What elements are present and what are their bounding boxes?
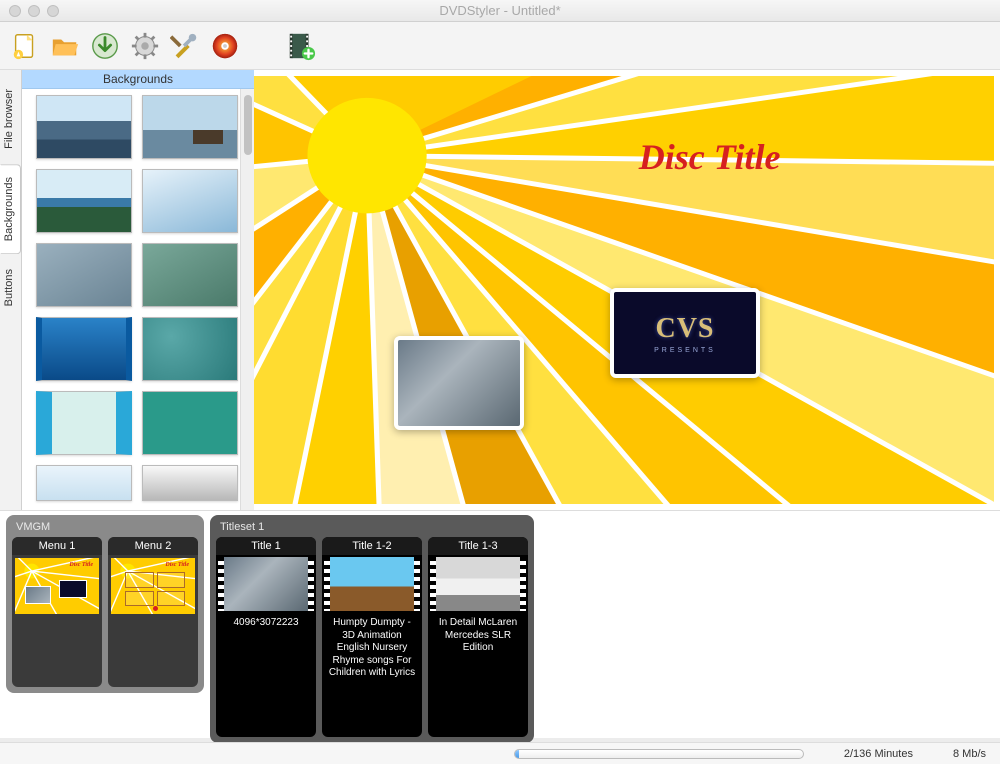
menu-canvas-wrap: Disc Title CVS PRESENTS	[254, 70, 1000, 510]
bitrate-status: 8 Mb/s	[953, 748, 986, 760]
background-thumb[interactable]	[36, 95, 132, 159]
backgrounds-scrollbar[interactable]	[240, 89, 254, 510]
menu-canvas[interactable]: Disc Title CVS PRESENTS	[254, 76, 994, 504]
background-thumb[interactable]	[36, 465, 132, 501]
main-area: File browser Backgrounds Buttons Backgro…	[0, 70, 1000, 510]
new-file-button[interactable]	[8, 29, 42, 63]
timeline-title-1-2[interactable]: Title 1-2 Humpty Dumpty - 3D Animation E…	[322, 537, 422, 737]
background-thumb[interactable]	[142, 95, 238, 159]
group-label: VMGM	[12, 519, 198, 537]
menu-button-clip-2[interactable]: CVS PRESENTS	[610, 288, 760, 378]
tab-buttons[interactable]: Buttons	[0, 256, 21, 319]
timeline-group-titleset-1[interactable]: Titleset 1 Title 1 4096*3072223 Title 1-…	[210, 515, 534, 743]
background-thumb[interactable]	[36, 169, 132, 233]
timeline-title-1[interactable]: Title 1 4096*3072223	[216, 537, 316, 737]
menu-button-clip-1[interactable]	[394, 336, 524, 430]
group-label: Titleset 1	[216, 519, 528, 537]
timeline-menu-1[interactable]: Menu 1 Disc Title	[12, 537, 102, 687]
cvs-logo-text: CVS	[655, 313, 714, 345]
timeline: VMGM Menu 1 Disc Title Menu 2 Disc Title	[0, 510, 1000, 738]
close-window-button[interactable]	[9, 5, 21, 17]
background-thumb[interactable]	[36, 317, 132, 381]
timeline-group-vmgm[interactable]: VMGM Menu 1 Disc Title Menu 2 Disc Title	[6, 515, 204, 693]
disc-title-text[interactable]: Disc Title	[639, 136, 781, 178]
status-bar: 2/136 Minutes 8 Mb/s	[0, 742, 1000, 764]
menu-thumb: Disc Title	[111, 558, 195, 614]
item-caption: 4096*3072223	[216, 613, 316, 737]
menu-thumb: Disc Title	[15, 558, 99, 614]
panel-header: Backgrounds	[22, 70, 254, 89]
backgrounds-grid	[22, 89, 240, 510]
item-label: Title 1-3	[428, 537, 528, 555]
background-thumb[interactable]	[36, 243, 132, 307]
side-tabs: File browser Backgrounds Buttons	[0, 70, 22, 510]
tab-backgrounds[interactable]: Backgrounds	[0, 164, 21, 254]
item-caption: Humpty Dumpty - 3D Animation English Nur…	[322, 613, 422, 737]
tools-button[interactable]	[168, 29, 202, 63]
background-thumb[interactable]	[142, 465, 238, 501]
add-video-button[interactable]	[284, 29, 318, 63]
background-thumb[interactable]	[36, 391, 132, 455]
cvs-presents-text: PRESENTS	[654, 347, 716, 354]
settings-button[interactable]	[128, 29, 162, 63]
disc-usage-progress	[514, 749, 804, 759]
save-button[interactable]	[88, 29, 122, 63]
open-folder-button[interactable]	[48, 29, 82, 63]
item-label: Menu 1	[12, 537, 102, 555]
item-label: Title 1	[216, 537, 316, 555]
tab-file-browser[interactable]: File browser	[0, 76, 21, 162]
backgrounds-panel: Backgrounds	[22, 70, 254, 510]
window-controls	[9, 5, 59, 17]
item-caption: In Detail McLaren Mercedes SLR Edition	[428, 613, 528, 737]
minutes-status: 2/136 Minutes	[844, 748, 913, 760]
burn-disc-button[interactable]	[208, 29, 242, 63]
timeline-title-1-3[interactable]: Title 1-3 In Detail McLaren Mercedes SLR…	[428, 537, 528, 737]
minimize-window-button[interactable]	[28, 5, 40, 17]
background-thumb[interactable]	[142, 169, 238, 233]
window-title: DVDStyler - Untitled*	[0, 3, 1000, 18]
background-thumb[interactable]	[142, 317, 238, 381]
timeline-menu-2[interactable]: Menu 2 Disc Title	[108, 537, 198, 687]
main-toolbar	[0, 22, 1000, 70]
zoom-window-button[interactable]	[47, 5, 59, 17]
item-label: Menu 2	[108, 537, 198, 555]
item-label: Title 1-2	[322, 537, 422, 555]
window-titlebar: DVDStyler - Untitled*	[0, 0, 1000, 22]
background-thumb[interactable]	[142, 243, 238, 307]
background-thumb[interactable]	[142, 391, 238, 455]
